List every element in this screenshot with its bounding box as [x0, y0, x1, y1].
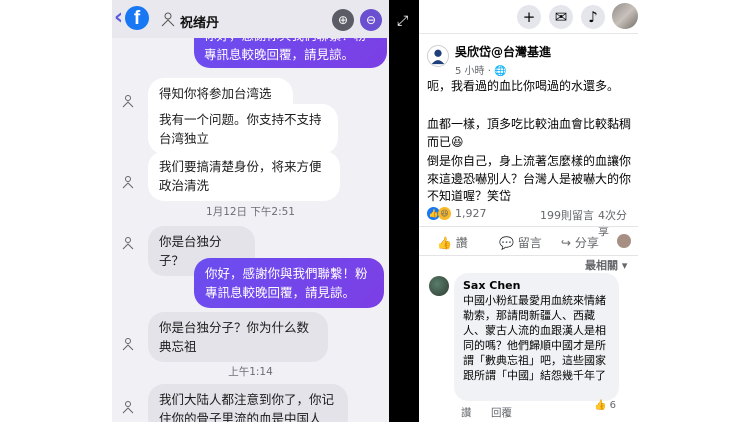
- sender-avatar: [122, 401, 134, 414]
- share-button[interactable]: ↪ 分享: [561, 234, 599, 251]
- share-arrow-icon: ↪: [561, 236, 572, 250]
- message-bubble-incoming: 你是台独分子？你为什么数典忘祖: [148, 312, 328, 362]
- comment-reaction[interactable]: 👍 6: [594, 400, 616, 411]
- comment-reply-link[interactable]: 回覆: [491, 405, 512, 420]
- comment-button[interactable]: 💬 留言: [499, 234, 542, 251]
- sender-avatar: [122, 338, 134, 351]
- author-avatar[interactable]: [427, 45, 449, 67]
- image-divider: ⤢: [389, 0, 419, 422]
- haha-reaction-icon: 😆: [438, 207, 451, 220]
- timestamp: 1月12日 下午2:51: [206, 206, 295, 218]
- message-bubble-outgoing: 你好，感謝你與我們聯繫！粉專訊息較晚回覆，請見諒。: [194, 258, 384, 308]
- expand-icon[interactable]: ⤢: [397, 13, 408, 29]
- comment-sort-dropdown[interactable]: 最相關 ▾: [585, 257, 627, 273]
- commenter-avatar[interactable]: [429, 276, 449, 296]
- zoom-out-icon[interactable]: ⊖: [360, 9, 382, 31]
- messenger-panel: 你好，感謝你與我們聯繫！粉專訊息較晚回覆，請見諒。 ‹ f 祝绪丹 ⊕ ⊖ 得知…: [112, 0, 389, 422]
- sender-avatar: [122, 95, 134, 108]
- contact-name: 祝绪丹: [180, 16, 220, 31]
- message-bubble-incoming: 我有一个问题。你支持不支持台湾独立: [148, 104, 338, 154]
- comment-reaction-count: 6: [609, 400, 617, 411]
- zoom-in-icon[interactable]: ⊕: [332, 9, 354, 31]
- create-plus-icon[interactable]: +: [517, 5, 541, 29]
- facebook-topbar: + ✉ ♪: [419, 0, 638, 34]
- message-bubble-incoming: 我们要搞清楚身份，将来方便政治清洗: [148, 151, 340, 201]
- post-paragraph: 血都一樣，頂多吃比較油血會比較黏稠而已😆: [427, 117, 632, 149]
- messenger-icon[interactable]: ✉: [549, 5, 573, 29]
- comment-count[interactable]: 199則留言: [540, 207, 594, 223]
- thumbs-up-icon: 👍: [437, 236, 452, 250]
- chat-header: ‹ f 祝绪丹 ⊕ ⊖: [112, 0, 389, 38]
- profile-avatar[interactable]: [612, 3, 638, 29]
- like-button[interactable]: 👍 讚: [437, 234, 468, 251]
- post-timestamp[interactable]: 5 小時 · 🌐: [455, 62, 507, 77]
- notifications-bell-icon[interactable]: ♪: [581, 5, 605, 29]
- reactions-row: 👍 😆 1,927 199則留言 4次分享: [427, 206, 637, 238]
- commenter-name[interactable]: Sax Chen: [463, 278, 610, 293]
- reaction-count[interactable]: 1,927: [455, 207, 487, 220]
- contact-avatar[interactable]: [160, 11, 176, 27]
- sender-avatar: [122, 237, 134, 250]
- message-bubble-incoming: 我们大陆人都注意到你了，你记住你的骨子里流的血是中国人: [148, 384, 348, 422]
- comment-bubble: Sax Chen 中國小粉紅最愛用血統來情緒勒索，那請問新疆人、西藏人、蒙古人流…: [454, 273, 619, 401]
- comment-label: 留言: [517, 236, 542, 250]
- like-label: 讚: [455, 236, 468, 250]
- sender-avatar: [122, 176, 134, 189]
- comment-bubble-icon: 💬: [499, 236, 514, 250]
- post-actions-bar: 👍 讚 💬 留言 ↪ 分享: [419, 226, 638, 256]
- sort-label: 最相關: [585, 259, 618, 272]
- post-paragraph: 呃，我看過的血比你喝過的水還多。: [427, 79, 620, 93]
- comment-like-link[interactable]: 讚: [461, 405, 472, 420]
- facebook-logo-icon[interactable]: f: [125, 6, 149, 30]
- facebook-post-panel: + ✉ ♪ 吳欣岱@台灣基進 5 小時 · 🌐 呃，我看過的血比你喝過的水還多。…: [419, 0, 638, 422]
- post-author-name[interactable]: 吳欣岱@台灣基進: [455, 43, 551, 60]
- viewer-avatar[interactable]: [617, 234, 631, 248]
- share-label: 分享: [574, 236, 599, 250]
- comment-text: 中國小粉紅最愛用血統來情緒勒索，那請問新疆人、西藏人、蒙古人流的血跟漢人是相同的…: [463, 294, 606, 382]
- post-paragraph: 倒是你自己，身上流著怎麼樣的血讓你來這邊恐嚇別人？台灣人是被嚇大的你不知道喔？笑…: [427, 154, 632, 203]
- timestamp: 上午1:14: [228, 366, 273, 378]
